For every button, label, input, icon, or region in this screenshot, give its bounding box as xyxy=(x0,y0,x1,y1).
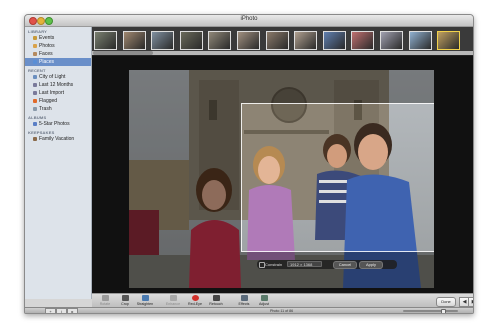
sidebar-item-5-star-photos[interactable]: 5-Star Photos xyxy=(25,120,91,128)
sidebar-item-label: Faces xyxy=(39,51,53,57)
tool-label: Straighten xyxy=(136,302,154,306)
zoom-slider[interactable] xyxy=(403,309,458,313)
done-button[interactable]: Done xyxy=(436,297,456,307)
sidebar-section-header: RECENT xyxy=(28,68,46,73)
edited-photo: Constrain 1912 × 1368 Cancel Apply xyxy=(129,70,434,288)
tool-label: Effects xyxy=(238,302,250,306)
edit-toolbar: Done ◀ ▶ Rotate Crop Straighten Enhance Red-… xyxy=(92,293,473,308)
sidebar-item-label: Trash xyxy=(39,106,52,112)
calendar-icon xyxy=(33,83,37,87)
crop-options-bar: Constrain 1912 × 1368 Cancel Apply xyxy=(257,260,397,269)
title-bar[interactable]: iPhoto xyxy=(25,15,473,27)
effects-icon xyxy=(240,295,248,301)
zoom-slider-knob[interactable] xyxy=(440,309,446,313)
sidebar-item-events[interactable]: Events xyxy=(25,34,91,42)
info-icon: i xyxy=(61,309,62,314)
sidebar-section-header: ALBUMS xyxy=(28,115,47,120)
rotate-icon xyxy=(101,295,109,301)
iphoto-window: iPhoto LIBRARY Events Photos Faces Places REC… xyxy=(24,14,474,314)
constrain-label: Constrain xyxy=(265,262,283,267)
places-icon xyxy=(33,60,37,64)
filmstrip-thumbnail[interactable] xyxy=(351,31,375,50)
events-icon xyxy=(33,36,37,40)
filmstrip-thumbnail[interactable] xyxy=(322,31,346,50)
filmstrip-thumbnail[interactable] xyxy=(437,31,461,50)
tool-label: Retouch xyxy=(209,302,223,306)
arrow-right-icon: ▶ xyxy=(472,299,473,305)
filmstrip-thumbnail[interactable] xyxy=(94,31,117,50)
sidebar-item-family-vacation[interactable]: Family Vacation xyxy=(25,135,91,143)
photos-icon xyxy=(33,44,37,48)
crop-mask-left xyxy=(129,103,241,252)
filmstrip-scroll-knob[interactable] xyxy=(93,51,153,55)
crop-mask-bottom xyxy=(129,252,434,288)
next-photo-button[interactable]: ▶ xyxy=(468,297,473,307)
filmstrip-thumbnail[interactable] xyxy=(408,31,432,50)
import-icon xyxy=(33,91,37,95)
faces-icon xyxy=(33,52,37,56)
retouch-icon xyxy=(212,295,220,301)
arrow-left-icon: ◀ xyxy=(462,299,467,305)
filmstrip-thumbnail[interactable] xyxy=(151,31,175,50)
filmstrip-thumbnail[interactable] xyxy=(265,31,289,50)
sidebar-item-city-of-light[interactable]: City of Light xyxy=(25,73,91,81)
sidebar-item-last-12-months[interactable]: Last 12 Months xyxy=(25,81,91,89)
filmstrip-thumbnail[interactable] xyxy=(208,31,232,50)
sidebar-item-label: 5-Star Photos xyxy=(39,121,70,127)
sidebar-item-label: Photos xyxy=(39,43,55,49)
filmstrip-thumbnail[interactable] xyxy=(237,31,260,50)
sidebar-item-label: Events xyxy=(39,35,55,41)
adjust-icon xyxy=(260,295,268,301)
bottom-bar: + i ▸ Photo 11 of 86 xyxy=(25,307,473,314)
tool-label: Crop xyxy=(121,302,129,306)
book-icon xyxy=(33,137,37,141)
filmstrip xyxy=(92,27,473,56)
enhance-icon xyxy=(169,295,177,301)
tool-label: Adjust xyxy=(259,302,269,306)
tool-label: Red-Eye xyxy=(188,302,202,306)
sidebar-item-last-import[interactable]: Last Import xyxy=(25,89,91,97)
filmstrip-thumbnail[interactable] xyxy=(179,31,203,50)
sidebar-item-flagged[interactable]: Flagged xyxy=(25,97,91,105)
sidebar-item-faces[interactable]: Faces xyxy=(25,50,91,58)
crop-size-popup[interactable]: 1912 × 1368 xyxy=(287,261,322,267)
window-title: iPhoto xyxy=(240,16,258,22)
sidebar-item-places[interactable]: Places xyxy=(25,58,91,66)
straighten-icon xyxy=(141,295,149,301)
sidebar-item-label: Family Vacation xyxy=(39,136,75,142)
sidebar-item-label: Last 12 Months xyxy=(39,82,74,88)
smart-album-icon xyxy=(33,122,37,126)
source-list-sidebar: LIBRARY Events Photos Faces Places RECENT City… xyxy=(25,27,92,299)
apply-button[interactable]: Apply xyxy=(359,261,383,269)
crop-selection-rectangle[interactable] xyxy=(241,103,434,252)
filmstrip-scrollbar[interactable] xyxy=(92,51,473,55)
tool-label: Enhance xyxy=(165,302,181,306)
event-icon xyxy=(33,75,37,79)
cancel-button[interactable]: Cancel xyxy=(333,261,357,269)
sidebar-item-label: City of Light xyxy=(39,74,66,80)
flag-icon xyxy=(33,99,37,103)
crop-icon xyxy=(121,295,129,301)
sidebar-item-trash[interactable]: Trash xyxy=(25,105,91,113)
trash-icon xyxy=(33,107,37,111)
photo-count-status: Photo 11 of 86 xyxy=(270,309,294,313)
filmstrip-thumbnail[interactable] xyxy=(380,31,403,50)
photo-viewer: Constrain 1912 × 1368 Cancel Apply xyxy=(92,56,473,293)
crop-mask-top xyxy=(129,70,434,103)
plus-icon: + xyxy=(49,309,52,314)
sidebar-item-label: Last Import xyxy=(39,90,65,96)
play-icon: ▸ xyxy=(71,309,74,314)
filmstrip-thumbnail[interactable] xyxy=(122,31,146,50)
sidebar-item-label: Flagged xyxy=(39,98,58,104)
add-button[interactable]: + xyxy=(45,308,56,314)
info-button[interactable]: i xyxy=(56,308,67,314)
sidebar-item-label: Places xyxy=(39,59,55,65)
sidebar-item-photos[interactable]: Photos xyxy=(25,42,91,50)
sidebar-section-header: LIBRARY xyxy=(28,29,48,34)
slideshow-button[interactable]: ▸ xyxy=(67,308,78,314)
tool-label: Rotate xyxy=(99,302,111,306)
filmstrip-thumbnail[interactable] xyxy=(294,31,318,50)
sidebar-section-header: KEEPSAKES xyxy=(28,130,55,135)
red-eye-icon xyxy=(191,295,199,301)
